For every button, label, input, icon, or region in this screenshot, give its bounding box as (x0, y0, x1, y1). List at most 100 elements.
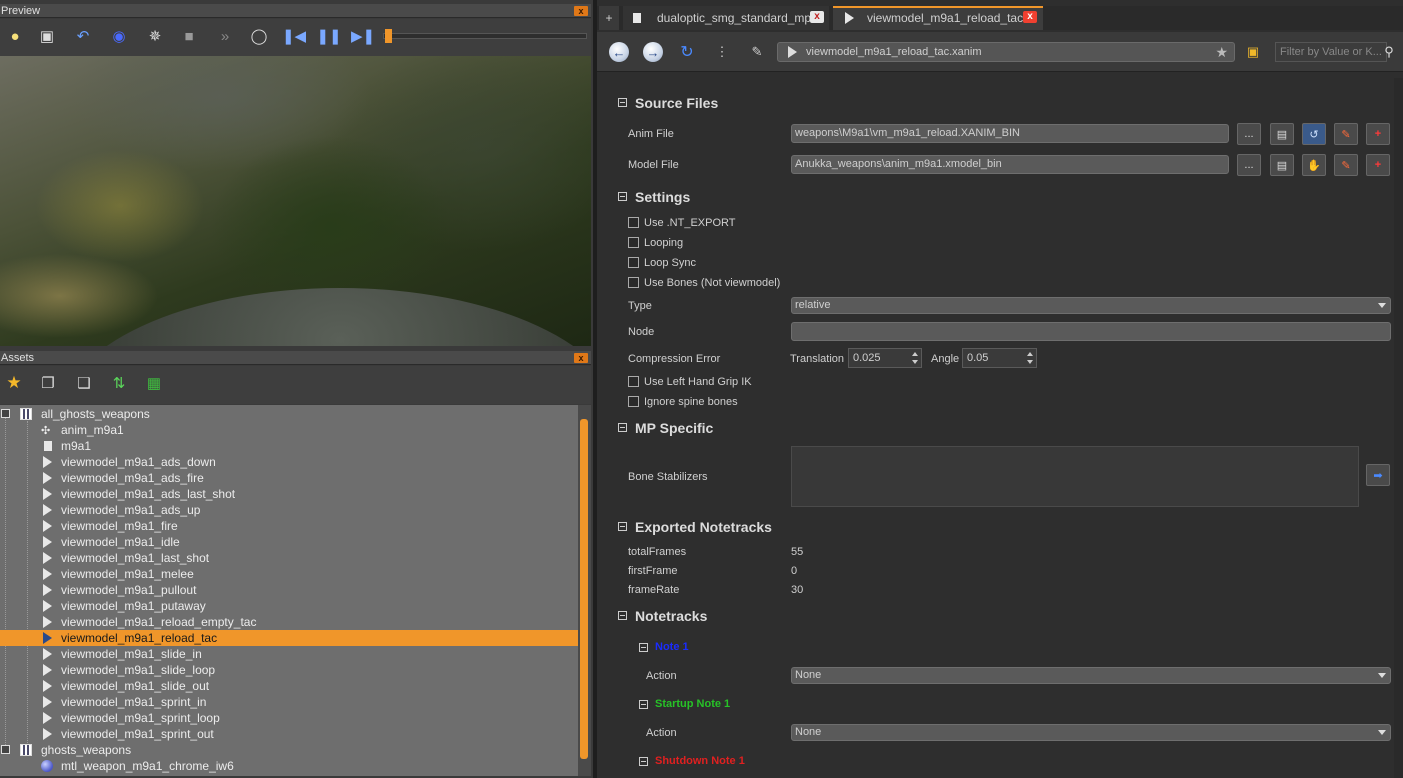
preview-close-button[interactable]: x (574, 6, 588, 16)
model-delete-icon[interactable]: + (1366, 154, 1390, 176)
forward-icon[interactable]: → (643, 42, 663, 62)
lock-icon[interactable]: ▣ (1243, 42, 1263, 62)
collapse-icon[interactable] (639, 643, 648, 652)
anim-reload-icon[interactable]: ↺ (1302, 123, 1326, 145)
use-nt-export-checkbox[interactable]: Use .NT_EXPORT (628, 217, 736, 229)
tab-reload-tac[interactable]: viewmodel_m9a1_reload_tac x (833, 6, 1043, 30)
tree-item[interactable]: viewmodel_m9a1_idle (0, 534, 578, 550)
model-browse-button[interactable]: ... (1237, 154, 1261, 176)
excel-export-icon[interactable]: ▦ (143, 372, 165, 394)
anim-open-icon[interactable]: ▤ (1270, 123, 1294, 145)
tree-item[interactable]: viewmodel_m9a1_fire (0, 518, 578, 534)
checkbox-box[interactable] (628, 257, 639, 268)
model-edit-icon[interactable]: ✎ (1334, 154, 1358, 176)
model-file-field[interactable]: Anukka_weapons\anim_m9a1.xmodel_bin (791, 155, 1229, 174)
angle-spinbox[interactable]: 0.05 (962, 348, 1037, 368)
tree-item[interactable]: viewmodel_m9a1_sprint_loop (0, 710, 578, 726)
record-icon[interactable]: ◯ (248, 25, 270, 47)
tree-item[interactable]: viewmodel_m9a1_reload_tac (0, 630, 578, 646)
expand-icon[interactable] (1, 409, 10, 418)
tree-item[interactable]: mtl_weapon_m9a1_chrome_iw6 (0, 758, 578, 774)
new-tab-button[interactable]: + (599, 6, 619, 30)
address-field[interactable]: viewmodel_m9a1_reload_tac.xanim ★ (777, 42, 1235, 62)
collapse-icon[interactable] (639, 700, 648, 709)
tree-item[interactable]: viewmodel_m9a1_slide_out (0, 678, 578, 694)
hierarchy-icon[interactable]: ⋮ (712, 42, 732, 62)
node-field[interactable] (791, 322, 1391, 341)
tab-dualoptic[interactable]: dualoptic_smg_standard_mp x (623, 6, 829, 30)
tree-item[interactable]: viewmodel_m9a1_ads_fire (0, 470, 578, 486)
loop-sync-checkbox[interactable]: Loop Sync (628, 257, 696, 269)
new-asset-icon[interactable]: ❐ (37, 372, 59, 394)
play-arrows-icon[interactable]: » (214, 25, 236, 47)
reset-camera-icon[interactable]: ↶ (72, 25, 94, 47)
filter-input[interactable]: Filter by Value or K... (1275, 42, 1387, 62)
spin-down-icon[interactable] (912, 360, 918, 364)
refresh-icon[interactable]: ↻ (677, 42, 697, 62)
type-select[interactable]: relative (791, 297, 1391, 314)
tab-close-button[interactable]: x (1023, 11, 1037, 23)
favorite-star-icon[interactable]: ★ (1215, 43, 1228, 61)
tree-item[interactable]: viewmodel_m9a1_sprint_out (0, 726, 578, 742)
shading-icon[interactable]: ■ (178, 25, 200, 47)
collapse-icon[interactable] (618, 522, 627, 531)
model-view-icon[interactable]: ✋ (1302, 154, 1326, 176)
checkbox-box[interactable] (628, 217, 639, 228)
anim-delete-icon[interactable]: + (1366, 123, 1390, 145)
preview-viewport[interactable] (0, 56, 591, 346)
pause-icon[interactable]: ❚❚ (316, 25, 341, 47)
checkbox-box[interactable] (628, 396, 639, 407)
checkbox-box[interactable] (628, 237, 639, 248)
collapse-icon[interactable] (618, 423, 627, 432)
target-icon[interactable]: ◉ (108, 25, 130, 47)
model-open-icon[interactable]: ▤ (1270, 154, 1294, 176)
collapse-icon[interactable] (618, 192, 627, 201)
tree-item[interactable]: viewmodel_m9a1_ads_last_shot (0, 486, 578, 502)
looping-checkbox[interactable]: Looping (628, 237, 683, 249)
expand-icon[interactable] (1, 745, 10, 754)
add-arrow-icon[interactable]: ➡ (1366, 464, 1390, 486)
tab-close-button[interactable]: x (810, 11, 824, 23)
translation-spinbox[interactable]: 0.025 (848, 348, 922, 368)
skip-start-icon[interactable]: ❚◀ (282, 25, 306, 47)
tree-group[interactable]: ghosts_weapons (0, 742, 578, 758)
search-icon[interactable]: ⚲ (1379, 42, 1399, 62)
spin-down-icon[interactable] (1027, 360, 1033, 364)
sort-icon[interactable]: ⇅ (108, 372, 130, 394)
tree-item[interactable]: viewmodel_m9a1_pullout (0, 582, 578, 598)
tree-group[interactable]: all_ghosts_weapons (0, 406, 578, 422)
collapse-icon[interactable] (618, 98, 627, 107)
skip-end-icon[interactable]: ▶❚ (351, 25, 375, 47)
tree-item[interactable]: viewmodel_m9a1_ads_up (0, 502, 578, 518)
bone-stabilizers-list[interactable] (791, 446, 1359, 507)
startup-action-select[interactable]: None (791, 724, 1391, 741)
tree-item[interactable]: viewmodel_m9a1_ads_down (0, 454, 578, 470)
copy-asset-icon[interactable]: ❑ (73, 372, 95, 394)
asset-tree-scroll-thumb[interactable] (580, 419, 588, 759)
tree-item[interactable]: viewmodel_m9a1_slide_in (0, 646, 578, 662)
edit-icon[interactable]: ✎ (747, 42, 767, 62)
spin-up-icon[interactable] (912, 352, 918, 356)
back-icon[interactable]: ← (609, 42, 629, 62)
tree-item[interactable]: viewmodel_m9a1_reload_empty_tac (0, 614, 578, 630)
left-hand-grip-checkbox[interactable]: Use Left Hand Grip IK (628, 376, 752, 388)
timeline-slider[interactable] (383, 29, 587, 43)
tree-item[interactable]: viewmodel_m9a1_last_shot (0, 550, 578, 566)
ignore-spine-checkbox[interactable]: Ignore spine bones (628, 396, 738, 408)
favorite-star-icon[interactable]: ★ (3, 372, 25, 394)
use-bones-checkbox[interactable]: Use Bones (Not viewmodel) (628, 277, 780, 289)
spin-up-icon[interactable] (1027, 352, 1033, 356)
tree-item[interactable]: viewmodel_m9a1_sprint_in (0, 694, 578, 710)
anim-edit-icon[interactable]: ✎ (1334, 123, 1358, 145)
skeleton-icon[interactable]: ✵ (144, 25, 166, 47)
collapse-icon[interactable] (639, 757, 648, 766)
camera-icon[interactable]: ▣ (36, 25, 58, 47)
assets-close-button[interactable]: x (574, 353, 588, 363)
tree-item[interactable]: viewmodel_m9a1_slide_loop (0, 662, 578, 678)
tree-item[interactable]: m9a1 (0, 438, 578, 454)
light-bulb-icon[interactable]: ● (4, 25, 26, 47)
checkbox-box[interactable] (628, 376, 639, 387)
asset-tree-scrollbar[interactable] (578, 405, 591, 776)
tree-item[interactable]: ✣ anim_m9a1 (0, 422, 578, 438)
tree-item[interactable]: viewmodel_m9a1_melee (0, 566, 578, 582)
